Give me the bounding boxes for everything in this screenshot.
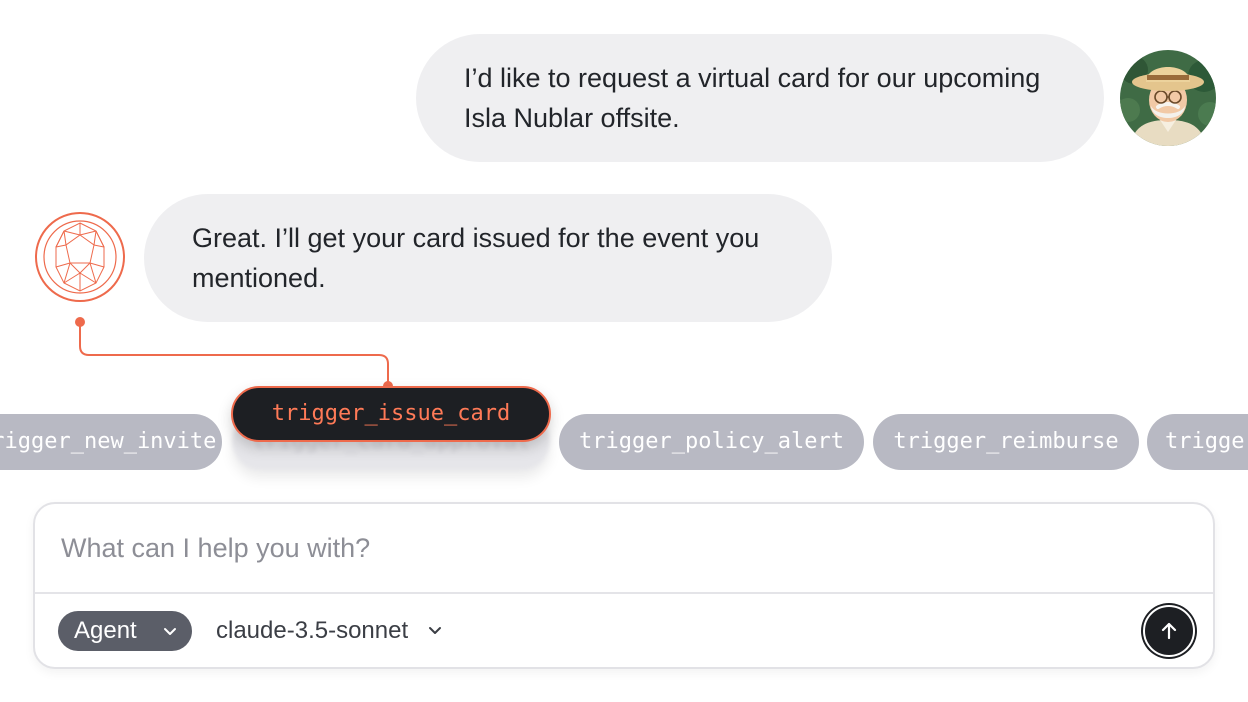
user-message-bubble: I’d like to request a virtual card for o… xyxy=(416,34,1104,162)
mode-label: Agent xyxy=(74,617,137,644)
chevron-down-icon xyxy=(428,626,441,634)
trigger-chip-reimburse[interactable]: trigger_reimburse xyxy=(873,414,1139,470)
arrow-up-icon xyxy=(1161,622,1177,640)
composer-divider xyxy=(35,592,1213,594)
message-input[interactable] xyxy=(35,504,1213,592)
chevron-down-icon xyxy=(164,628,176,635)
model-select[interactable]: claude-3.5-sonnet xyxy=(216,611,443,651)
send-button[interactable] xyxy=(1143,605,1195,657)
agent-message-bubble: Great. I’ll get your card issued for the… xyxy=(144,194,832,322)
agent-message-text: Great. I’ll get your card issued for the… xyxy=(192,223,760,293)
trigger-chip-policy-alert[interactable]: trigger_policy_alert xyxy=(559,414,864,470)
agent-avatar xyxy=(34,211,126,303)
geodesic-sphere-icon xyxy=(35,212,125,302)
user-message-text: I’d like to request a virtual card for o… xyxy=(464,63,1041,133)
user-avatar xyxy=(1120,50,1216,146)
trigger-chip-issue-card[interactable]: trigger_issue_card xyxy=(231,386,551,442)
model-label: claude-3.5-sonnet xyxy=(216,617,409,644)
trigger-chip-new-invite[interactable]: trigger_new_invite xyxy=(0,414,222,470)
trigger-chip-overflow[interactable]: trigger xyxy=(1147,414,1248,470)
composer: Agent claude-3.5-sonnet xyxy=(33,502,1215,669)
mode-select[interactable]: Agent xyxy=(58,611,192,651)
